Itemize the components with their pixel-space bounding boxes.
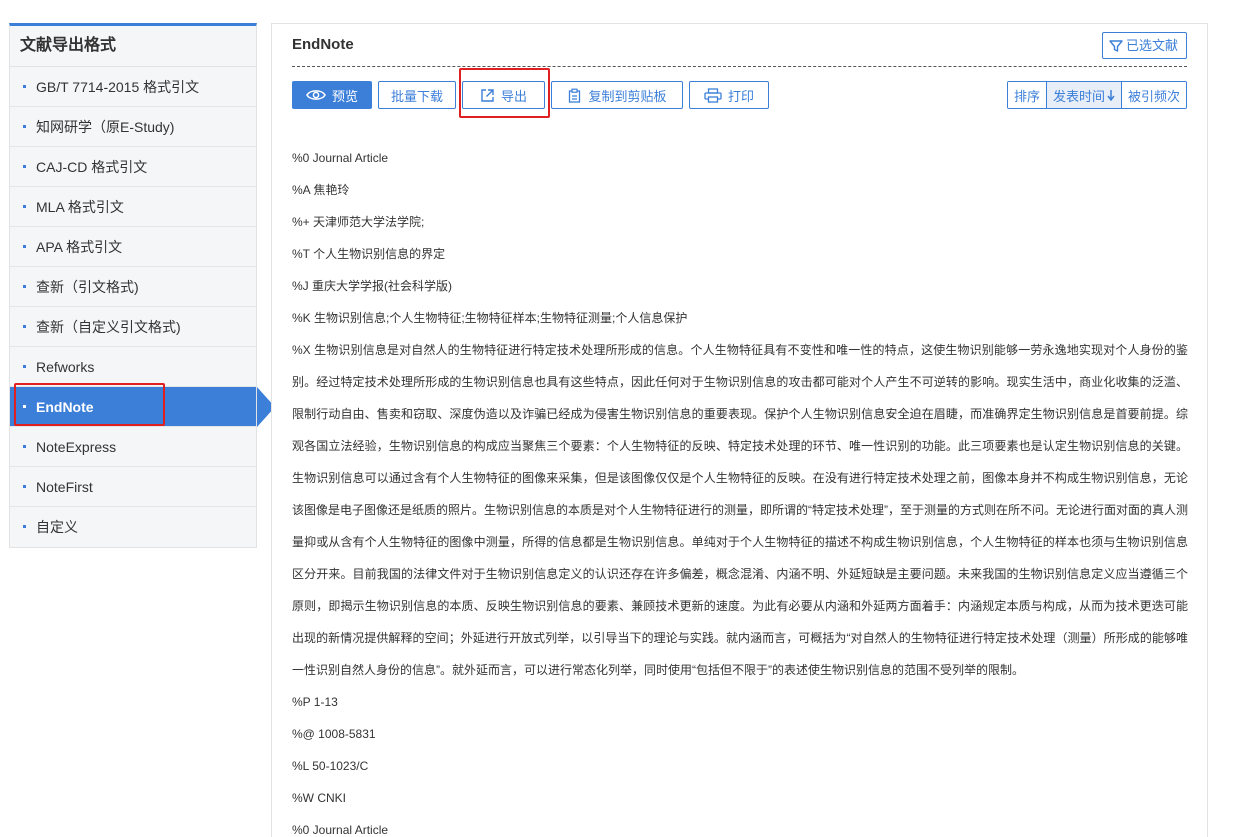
sort-group: 排序 发表时间 被引频次	[1006, 81, 1187, 109]
record-type-line-2: %0 Journal Article	[292, 823, 389, 837]
sidebar-item-label: EndNote	[36, 399, 94, 415]
journal-line: %J 重庆大学学报(社会科学版)	[292, 279, 452, 293]
bullet-icon	[23, 325, 26, 328]
selected-docs-button[interactable]: 已选文献	[1101, 32, 1187, 59]
sidebar-item-mla[interactable]: MLA 格式引文	[10, 187, 256, 227]
sidebar-item-chaxin[interactable]: 查新（引文格式)	[10, 267, 256, 307]
sidebar-item-refworks[interactable]: Refworks	[10, 347, 256, 387]
sidebar-item-label: 自定义	[36, 519, 78, 535]
bullet-icon	[23, 365, 26, 368]
sidebar-item-gbt7714[interactable]: GB/T 7714-2015 格式引文	[10, 67, 256, 107]
print-label: 打印	[727, 88, 754, 104]
sort-cited-label: 被引频次	[1127, 88, 1180, 104]
abstract-text: %X 生物识别信息是对自然人的生物特征进行特定技术处理所形成的信息。个人生物特征…	[292, 343, 1188, 677]
sidebar-item-custom[interactable]: 自定义	[10, 507, 256, 547]
eye-icon	[306, 88, 326, 102]
sidebar-item-label: MLA 格式引文	[36, 199, 124, 215]
sort-label: 排序	[1007, 82, 1047, 108]
copy-clipboard-button[interactable]: 复制到剪贴板	[551, 81, 683, 109]
arrow-down-icon	[1105, 89, 1115, 101]
divider	[292, 66, 1187, 67]
sidebar-item-label: NoteFirst	[36, 479, 93, 495]
bullet-icon	[23, 165, 26, 168]
author-line: %A 焦艳玲	[292, 183, 350, 197]
bullet-icon	[23, 285, 26, 288]
issn-line: %@ 1008-5831	[292, 727, 376, 741]
affiliation-line: %+ 天津师范大学法学院;	[292, 215, 425, 229]
sort-publish-time-button[interactable]: 发表时间	[1046, 82, 1122, 108]
export-icon	[480, 88, 495, 103]
sidebar-item-chaxin-custom[interactable]: 查新（自定义引文格式)	[10, 307, 256, 347]
record-type-line: %0 Journal Article	[292, 151, 389, 165]
title-line: %T 个人生物识别信息的界定	[292, 247, 446, 261]
endnote-preview: %0 Journal Article %A 焦艳玲 %+ 天津师范大学法学院; …	[292, 142, 1188, 837]
sidebar-item-label: Refworks	[36, 359, 95, 375]
sidebar-item-label: NoteExpress	[36, 439, 117, 455]
toolbar: 预览 批量下载 导出 复制到剪贴板 打印	[292, 81, 769, 109]
keywords-line: %K 生物识别信息;个人生物特征;生物特征样本;生物特征测量;个人信息保护	[292, 311, 688, 325]
preview-label: 预览	[331, 88, 358, 104]
clipboard-icon	[567, 88, 582, 103]
sort-cited-button[interactable]: 被引频次	[1121, 82, 1186, 108]
pages-line: %P 1-13	[292, 695, 338, 709]
filter-icon	[1109, 39, 1123, 53]
print-button[interactable]: 打印	[689, 81, 769, 109]
source-line: %W CNKI	[292, 791, 346, 805]
sidebar-item-apa[interactable]: APA 格式引文	[10, 227, 256, 267]
sidebar-item-endnote[interactable]: EndNote	[10, 387, 275, 427]
bullet-icon	[23, 205, 26, 208]
sidebar-item-label: APA 格式引文	[36, 239, 123, 255]
bullet-icon	[23, 245, 26, 248]
sidebar-item-label: CAJ-CD 格式引文	[36, 159, 148, 175]
sidebar-item-label: 查新（引文格式)	[36, 279, 139, 295]
printer-icon	[704, 87, 722, 103]
sidebar-item-label: GB/T 7714-2015 格式引文	[36, 79, 200, 95]
sidebar-item-label: 知网研学（原E-Study)	[36, 119, 175, 135]
sidebar-item-notefirst[interactable]: NoteFirst	[10, 467, 256, 507]
preview-button[interactable]: 预览	[292, 81, 372, 109]
bullet-icon	[23, 125, 26, 128]
export-format-sidebar: 文献导出格式 GB/T 7714-2015 格式引文 知网研学（原E-Study…	[9, 23, 275, 548]
copy-clipboard-label: 复制到剪贴板	[588, 88, 667, 104]
sidebar-title: 文献导出格式	[10, 26, 256, 67]
selected-docs-label: 已选文献	[1125, 38, 1178, 53]
sort-publish-time-label: 发表时间	[1052, 88, 1105, 104]
batch-download-label: 批量下载	[390, 88, 443, 104]
sidebar-item-noteexpress[interactable]: NoteExpress	[10, 427, 256, 467]
sidebar-item-label: 查新（自定义引文格式)	[36, 319, 181, 335]
export-label: 导出	[500, 88, 527, 104]
batch-download-button[interactable]: 批量下载	[378, 81, 456, 109]
main-panel: EndNote 已选文献 预览 批量下载 导出 复制到剪贴板 打印 排序 发表时…	[271, 23, 1208, 837]
export-button[interactable]: 导出	[462, 81, 545, 109]
bullet-icon	[23, 405, 26, 408]
bullet-icon	[23, 85, 26, 88]
bullet-icon	[23, 525, 26, 528]
bullet-icon	[23, 445, 26, 448]
sidebar-item-cajcd[interactable]: CAJ-CD 格式引文	[10, 147, 256, 187]
bullet-icon	[23, 485, 26, 488]
sidebar-item-estudy[interactable]: 知网研学（原E-Study)	[10, 107, 256, 147]
page-title: EndNote	[292, 36, 354, 53]
cn-line: %L 50-1023/C	[292, 759, 369, 773]
